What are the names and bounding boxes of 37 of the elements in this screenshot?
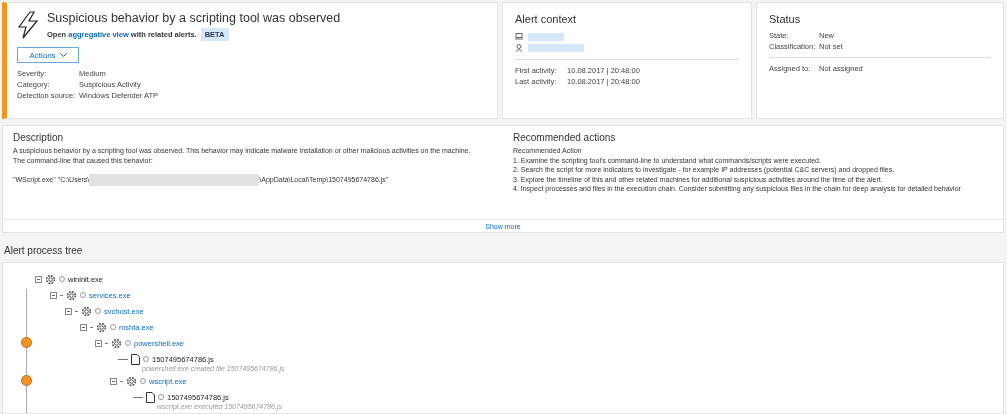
redacted-block (528, 32, 564, 41)
section-title: Description (13, 132, 65, 143)
collapse-icon[interactable] (95, 339, 102, 347)
collapse-icon[interactable] (110, 377, 117, 385)
gear-icon (66, 289, 77, 301)
collapse-icon[interactable] (35, 275, 42, 283)
alert-marker[interactable] (21, 375, 32, 386)
circle-icon (143, 356, 149, 362)
redacted-block (528, 43, 584, 52)
alert-title: Suspicious behavior by a scripting tool was observed (47, 11, 341, 25)
file-icon (131, 353, 140, 365)
collapse-icon[interactable] (65, 307, 72, 315)
circle-icon (158, 394, 164, 400)
file-icon (146, 391, 155, 403)
collapse-icon[interactable] (50, 291, 57, 299)
person-icon (515, 43, 523, 52)
computer-icon (515, 33, 523, 40)
circle-icon (95, 308, 101, 314)
gear-icon (126, 375, 137, 387)
lightning-icon (17, 11, 39, 39)
circle-icon (59, 276, 65, 282)
circle-icon (110, 324, 116, 330)
circle-icon (80, 292, 86, 298)
alert-marker[interactable] (21, 337, 32, 348)
section-title: Alert process tree (4, 245, 84, 256)
circle-icon (140, 378, 146, 384)
actions-button[interactable]: Actions (17, 47, 79, 63)
section-title: Recommended actions (513, 132, 617, 143)
card-title: Status (769, 13, 802, 25)
gear-icon (111, 337, 122, 349)
card-title: Alert context (515, 13, 578, 25)
collapse-icon[interactable] (80, 323, 87, 331)
gear-icon (45, 273, 56, 285)
gear-icon (96, 321, 107, 333)
gear-icon (81, 305, 92, 317)
chevron-down-icon (59, 53, 67, 57)
circle-icon (125, 340, 131, 346)
